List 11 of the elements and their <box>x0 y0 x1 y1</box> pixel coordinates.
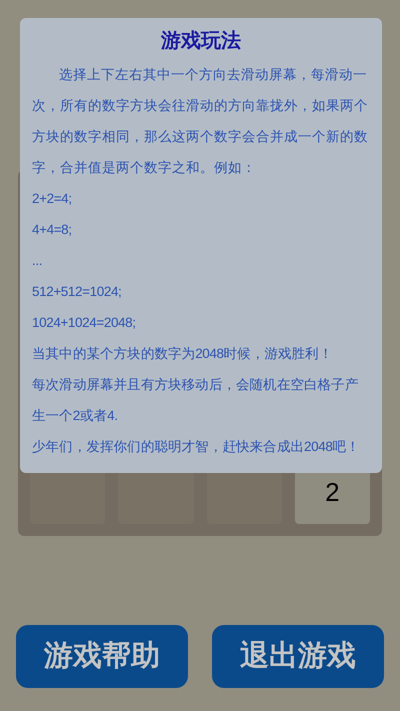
rule-text: 当其中的某个方块的数字为2048时候，游戏胜利！ <box>32 345 332 363</box>
rule-text: ... <box>32 252 42 270</box>
rule-text: 1024+1024=2048; <box>32 314 136 332</box>
rule-text: 每次滑动屏幕并且有方块移动后，会随机在空白格子产生一个2或者4. <box>32 376 360 425</box>
rule-text: 2+2=4; <box>32 190 72 208</box>
rule-text: 4+4=8; <box>32 221 72 239</box>
exit-button[interactable]: 退出游戏 <box>212 625 384 688</box>
rule-text: 512+512=1024; <box>32 283 122 301</box>
help-button[interactable]: 游戏帮助 <box>16 625 188 688</box>
dialog-title: 游戏玩法 <box>160 29 242 54</box>
rule-text: 选择上下左右其中一个方向去滑动屏幕，每滑动一次，所有的数字方块会往滑动的方向靠拢外，如果两个方块的数字相同，那么这两个数字会合并成一个新的数字，合并值是两个数字之和。例如： <box>32 66 369 177</box>
